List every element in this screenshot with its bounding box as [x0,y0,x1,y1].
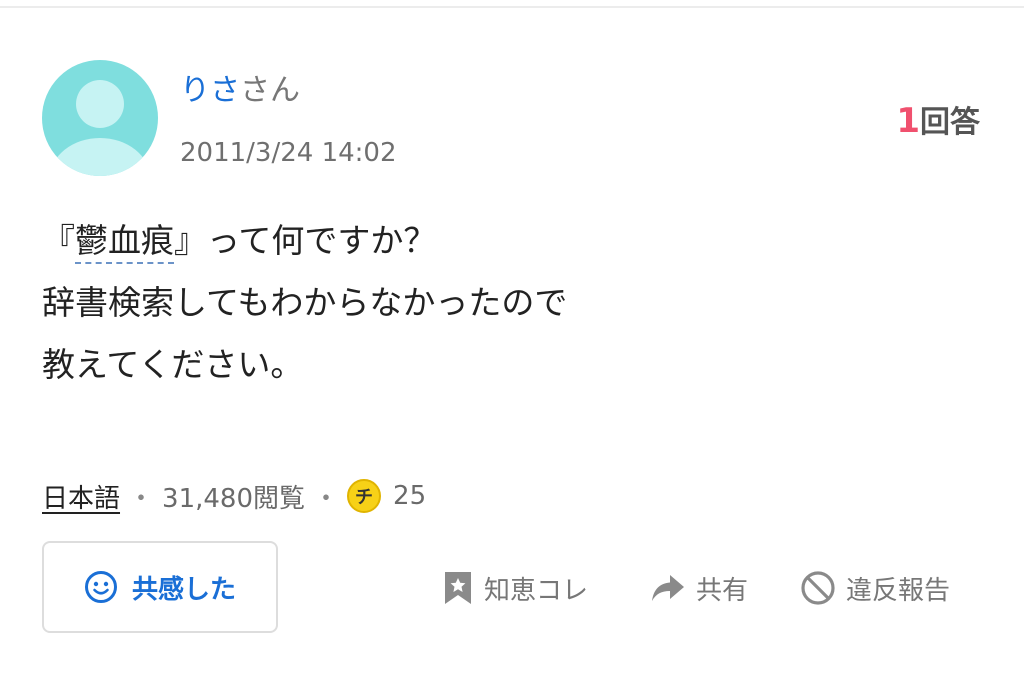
avatar-body-shape [50,138,150,176]
post-timestamp: 2011/3/24 14:02 [180,138,397,168]
report-button[interactable]: 違反報告 [800,566,950,610]
meta-separator: ・ [128,483,155,514]
user-name-link[interactable]: りささん [180,72,300,110]
empathy-button[interactable]: 共感した [42,541,278,633]
view-count: 31,480閲覧 [162,483,306,514]
user-avatar-icon[interactable] [42,60,158,176]
answer-count-label: 回答 [920,105,980,140]
share-button[interactable]: 共有 [650,566,748,610]
smiley-icon [84,571,117,603]
share-label: 共有 [696,575,749,606]
answer-count[interactable]: 1回答 [896,102,980,142]
user-name[interactable]: りさ [180,73,240,108]
category-link[interactable]: 日本語 [42,478,120,515]
question-meta: 日本語 ・ 31,480閲覧 ・ チ 25 [42,477,426,515]
coin-count: 25 [393,481,427,511]
top-divider [0,6,1024,8]
coin-icon: チ [347,479,382,513]
question-line-3: 教えてください。 [42,345,304,384]
question-line-2: 辞書検索してもわからなかったので [42,283,568,322]
chie-kore-button[interactable]: 知恵コレ [442,566,588,610]
dictionary-term-link[interactable]: 鬱血痕 [75,221,174,260]
empathy-label: 共感した [131,574,236,605]
report-label: 違反報告 [846,575,951,606]
user-honorific: さん [240,73,300,108]
share-arrow-icon [652,575,684,601]
avatar-head-shape [76,80,124,128]
question-body: 『鬱血痕』って何ですか？ 辞書検索してもわからなかったので 教えてください。 [42,210,942,396]
meta-separator: ・ [313,483,340,514]
question-line-1-rest: 』って何ですか？ [174,221,437,260]
question-line-1: 『鬱血痕』って何ですか？ [42,210,942,272]
open-quote: 『 [42,221,75,260]
prohibit-icon [801,571,835,605]
chie-kore-label: 知恵コレ [484,575,589,606]
bookmark-star-icon [445,572,471,604]
answer-count-number: 1 [896,101,920,141]
